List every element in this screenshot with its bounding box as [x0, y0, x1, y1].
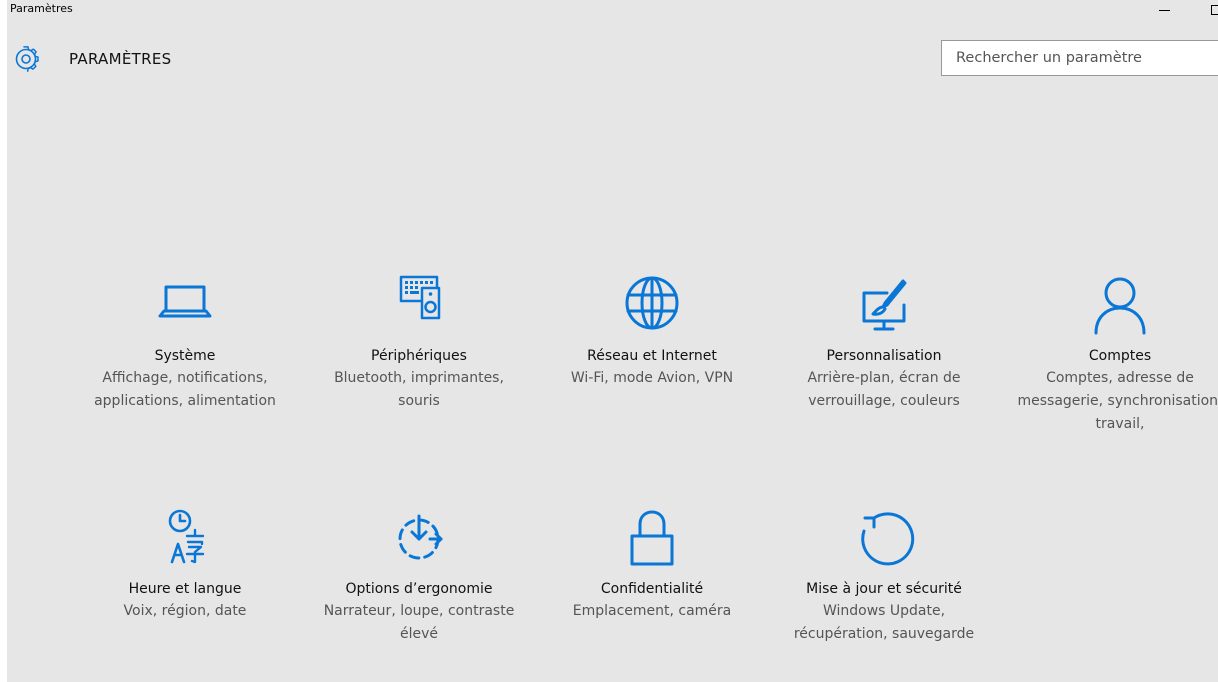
tile-options-ergonomie[interactable]: Options d’ergonomie Narrateur, loupe, co… — [309, 506, 529, 646]
title-bar: Paramètres — [7, 0, 1218, 20]
person-icon — [1085, 273, 1155, 335]
globe-icon — [617, 273, 687, 335]
search-input[interactable] — [942, 41, 1218, 75]
window-title: Paramètres — [10, 2, 73, 15]
tile-heure-langue[interactable]: Heure et langue Voix, région, date — [75, 506, 295, 623]
tile-description: Emplacement, caméra — [572, 603, 732, 619]
maximize-button[interactable] — [1203, 0, 1218, 20]
tile-label: Système — [154, 348, 216, 364]
tile-label: Confidentialité — [600, 581, 704, 597]
tile-label: Réseau et Internet — [587, 348, 717, 364]
tile-description: Arrière-plan, écran de verrouillage, cou… — [807, 370, 961, 409]
tile-description: Narrateur, loupe, contraste élevé — [323, 603, 515, 642]
tile-description: Wi-Fi, mode Avion, VPN — [570, 370, 734, 386]
time-language-icon — [150, 506, 220, 568]
tile-mise-a-jour-securite[interactable]: Mise à jour et sécurité Windows Update, … — [774, 506, 994, 646]
tile-description: Bluetooth, imprimantes, souris — [334, 370, 504, 409]
search-box[interactable] — [941, 40, 1218, 76]
minimize-button[interactable] — [1153, 0, 1183, 20]
settings-window: Paramètres PARAMÈTRES Système Affichage,… — [7, 0, 1218, 682]
tile-description: Voix, région, date — [123, 603, 247, 619]
ease-of-access-icon — [384, 506, 454, 568]
tile-description: Comptes, adresse de messagerie, synchron… — [1017, 370, 1218, 432]
devices-icon — [384, 273, 454, 335]
tile-label: Options d’ergonomie — [345, 581, 493, 597]
gear-icon — [12, 45, 40, 73]
page-title: PARAMÈTRES — [69, 50, 172, 68]
paint-icon — [849, 273, 919, 335]
update-icon — [849, 506, 919, 568]
tile-label: Périphériques — [371, 348, 467, 364]
tile-label: Mise à jour et sécurité — [806, 581, 962, 597]
tile-personnalisation[interactable]: Personnalisation Arrière-plan, écran de … — [774, 273, 994, 413]
tile-reseau-internet[interactable]: Réseau et Internet Wi-Fi, mode Avion, VP… — [542, 273, 762, 390]
tile-label: Comptes — [1088, 348, 1152, 364]
tile-description: Windows Update, récupération, sauvegarde — [793, 603, 975, 642]
tile-description: Affichage, notifications, applications, … — [94, 370, 276, 409]
tile-label: Heure et langue — [128, 581, 242, 597]
laptop-icon — [150, 273, 220, 335]
tile-label: Personnalisation — [826, 348, 942, 364]
tile-comptes[interactable]: Comptes Comptes, adresse de messagerie, … — [1010, 273, 1218, 436]
lock-icon — [617, 506, 687, 568]
tile-systeme[interactable]: Système Affichage, notifications, applic… — [75, 273, 295, 413]
tile-peripheriques[interactable]: Périphériques Bluetooth, imprimantes, so… — [309, 273, 529, 413]
tile-confidentialite[interactable]: Confidentialité Emplacement, caméra — [542, 506, 762, 623]
